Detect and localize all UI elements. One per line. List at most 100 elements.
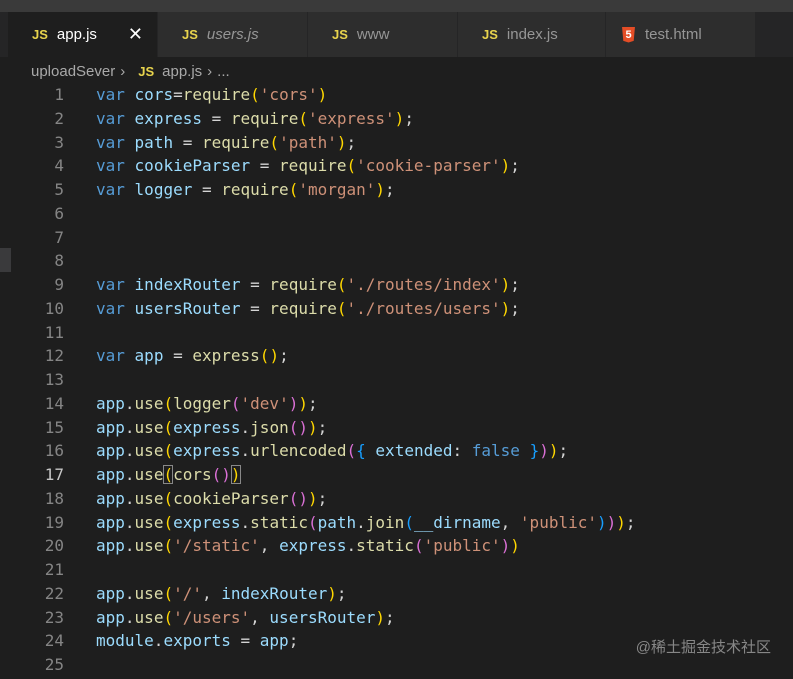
code-token: ;	[510, 156, 520, 176]
code-token: app	[96, 512, 125, 532]
code-line[interactable]: 1 var cors=require('cors')	[0, 83, 793, 107]
code-line[interactable]: 22 app.use('/', indexRouter);	[0, 582, 793, 606]
html5-icon: 5	[622, 26, 635, 43]
code-line[interactable]: 12 var app = express();	[0, 344, 793, 368]
code-line[interactable]: 20 app.use('/static', express.static('pub…	[0, 534, 793, 558]
code-token: )	[230, 465, 241, 484]
code-token: './routes/index'	[346, 275, 501, 294]
code-token: var	[96, 275, 125, 294]
tab-index-js[interactable]: JS index.js	[458, 12, 606, 57]
code-line[interactable]: 7	[0, 226, 793, 250]
code-line[interactable]: 4 var cookieParser = require('cookie-pars…	[0, 154, 793, 178]
code-line[interactable]: 9 var indexRouter = require('./routes/ind…	[0, 273, 793, 297]
code-token: json	[250, 417, 289, 437]
breadcrumb-folder[interactable]: uploadSever	[31, 63, 115, 80]
code-token: (	[288, 488, 299, 508]
code-token: )	[500, 156, 511, 176]
editor-tab-bar: JS app.js ✕ JS users.js JS www JS index.…	[0, 12, 793, 57]
code-editor[interactable]: 1 var cors=require('cors') 2 var express = …	[0, 83, 793, 677]
code-token: path	[317, 512, 357, 532]
code-line[interactable]: 2 var express = require('express');	[0, 107, 793, 131]
title-bar	[0, 0, 793, 12]
code-token: (	[211, 465, 222, 484]
code-line[interactable]: 6	[0, 202, 793, 226]
code-line[interactable]: 15 app.use(express.json());	[0, 416, 793, 440]
code-token: express	[173, 417, 241, 437]
code-token: 'public'	[519, 512, 597, 532]
code-text: app.use('/', indexRouter);	[96, 582, 347, 606]
code-token: use	[134, 607, 164, 627]
line-number: 22	[44, 583, 64, 603]
code-token: path	[134, 132, 174, 152]
code-token: app	[96, 417, 125, 437]
tab-test-html[interactable]: 5 test.html	[606, 12, 756, 57]
code-token: app	[96, 607, 125, 627]
code-line[interactable]: 10 var usersRouter = require('./routes/us…	[0, 297, 793, 321]
code-line[interactable]: 8	[0, 249, 793, 273]
code-token: .	[124, 536, 135, 556]
code-token: 'express'	[307, 108, 395, 128]
code-line[interactable]: 17 app.use(cors())	[0, 463, 793, 487]
code-line[interactable]: 23 app.use('/users', usersRouter);	[0, 606, 793, 630]
code-token: (	[404, 512, 414, 532]
code-token: }	[529, 441, 540, 461]
code-token: app	[96, 536, 125, 556]
code-text: var app = express();	[96, 344, 289, 368]
code-token: =	[240, 298, 270, 318]
line-number: 15	[44, 417, 64, 437]
line-number: 8	[54, 251, 64, 271]
code-token: (	[336, 298, 347, 318]
code-token: 'dev'	[240, 393, 289, 413]
close-icon[interactable]: ✕	[128, 24, 143, 45]
code-line[interactable]: 19 app.use(express.static(path.join(__dir…	[0, 511, 793, 535]
code-token: (	[307, 512, 318, 532]
code-token: )	[375, 607, 386, 627]
tab-users-js[interactable]: JS users.js	[158, 12, 308, 57]
code-line[interactable]: 18 app.use(cookieParser());	[0, 487, 793, 511]
breadcrumb-more[interactable]: ...	[217, 63, 230, 80]
line-number: 17	[44, 465, 64, 484]
code-token: ;	[558, 441, 569, 461]
code-token: )	[539, 441, 549, 461]
code-token: use	[134, 512, 164, 532]
code-line[interactable]: 11	[0, 321, 793, 345]
code-token: use	[134, 583, 164, 603]
code-token: ;	[317, 488, 328, 508]
code-token: express	[173, 441, 241, 461]
code-token: (	[230, 393, 241, 413]
code-line[interactable]: 13	[0, 368, 793, 392]
code-token: =	[173, 132, 202, 152]
js-icon: JS	[332, 27, 348, 42]
code-token: var	[96, 156, 125, 176]
code-token: )	[500, 298, 511, 318]
code-line[interactable]: 16 app.use(express.urlencoded({ extended:…	[0, 439, 793, 463]
code-token: )	[307, 417, 318, 437]
breadcrumb-file[interactable]: app.js	[162, 63, 202, 80]
line-number: 16	[44, 441, 64, 461]
code-token: static	[356, 536, 414, 556]
code-line[interactable]: 5 var logger = require('morgan');	[0, 178, 793, 202]
tab-app-js[interactable]: JS app.js ✕	[8, 12, 158, 57]
code-line[interactable]: 14 app.use(logger('dev'));	[0, 392, 793, 416]
code-token: var	[96, 132, 125, 152]
code-token: ;	[279, 346, 289, 366]
code-token: app	[96, 488, 125, 508]
code-token: )	[394, 108, 405, 128]
code-token: {	[356, 441, 366, 461]
code-token: )	[596, 512, 607, 532]
code-token: (	[163, 488, 174, 508]
tab-www[interactable]: JS www	[308, 12, 458, 57]
code-text: var path = require('path');	[96, 131, 356, 155]
code-token: var	[96, 346, 125, 366]
code-line[interactable]: 3 var path = require('path');	[0, 131, 793, 155]
line-number: 25	[44, 655, 64, 674]
code-token: (	[336, 275, 347, 294]
code-token: 'path'	[279, 132, 337, 152]
code-text: app.use(cookieParser());	[96, 487, 327, 511]
code-token: )	[510, 536, 520, 556]
code-line[interactable]: 21	[0, 558, 793, 582]
code-token: (	[288, 180, 299, 199]
code-text: var logger = require('morgan');	[96, 178, 395, 202]
